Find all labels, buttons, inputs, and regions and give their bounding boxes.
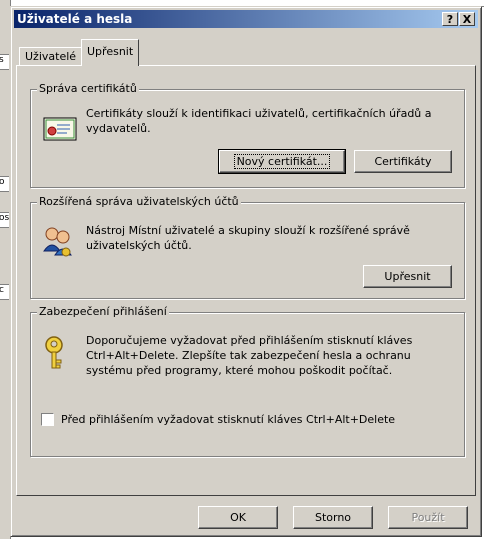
certificates-legend: Správa certifikátů — [37, 82, 139, 95]
window-title: Uživatelé a hesla — [17, 12, 133, 26]
login-security-text-line3: systému před programy, které mohou poško… — [86, 364, 393, 377]
login-security-text-line1: Doporučujeme vyžadovat před přihlášením … — [86, 334, 413, 347]
certificates-button[interactable]: Certifikáty — [354, 150, 452, 173]
dialog-window: Uživatelé a hesla ? X Uživatelé Upřesnit… — [10, 6, 482, 537]
users-key-icon — [43, 227, 72, 257]
tab-users[interactable]: Uživatelé — [19, 47, 83, 65]
user-management-text-line2: uživatelských účtů. — [86, 239, 192, 252]
background-fragment: c — [0, 284, 9, 300]
ctrl-alt-delete-checkbox[interactable] — [41, 413, 54, 426]
ok-button[interactable]: OK — [198, 506, 278, 529]
title-bar[interactable]: Uživatelé a hesla ? X — [14, 10, 478, 28]
user-management-group: Rozšířená správa uživatelských účtů Nást… — [30, 195, 465, 299]
user-management-legend: Rozšířená správa uživatelských účtů — [37, 195, 241, 208]
new-certificate-button[interactable]: Nový certifikát... — [218, 149, 346, 174]
apply-button[interactable]: Použít — [388, 506, 468, 529]
advanced-users-button[interactable]: Upřesnit — [363, 265, 452, 288]
background-fragment: o — [0, 176, 9, 192]
tab-advanced-label: Upřesnit — [87, 45, 134, 58]
certificate-icon — [43, 117, 77, 141]
certificates-text-line1: Certifikáty slouží k identifikaci uživat… — [86, 107, 432, 120]
help-button[interactable]: ? — [442, 12, 458, 26]
login-security-text-line2: Ctrl+Alt+Delete. Zlepšíte tak zabezpečen… — [86, 349, 411, 362]
login-security-group: Zabezpečení přihlášení Doporučujeme vyža… — [30, 305, 465, 457]
background-fragment: s — [0, 54, 9, 70]
ctrl-alt-delete-label[interactable]: Před přihlášením vyžadovat stisknutí klá… — [61, 412, 395, 427]
certificates-group: Správa certifikátů Certifikáty slouží k … — [30, 82, 465, 188]
user-management-text-line1: Nástroj Místní uživatelé a skupiny slouž… — [86, 224, 410, 237]
background-fragment: os — [0, 212, 9, 228]
new-certificate-label: Nový certifikát... — [233, 154, 331, 169]
cancel-button[interactable]: Storno — [293, 506, 373, 529]
certificates-text-line2: vydavatelů. — [86, 122, 151, 135]
tab-advanced[interactable]: Upřesnit — [81, 39, 140, 66]
key-icon — [45, 336, 63, 369]
login-security-legend: Zabezpečení přihlášení — [37, 305, 169, 318]
close-button[interactable]: X — [459, 12, 475, 26]
